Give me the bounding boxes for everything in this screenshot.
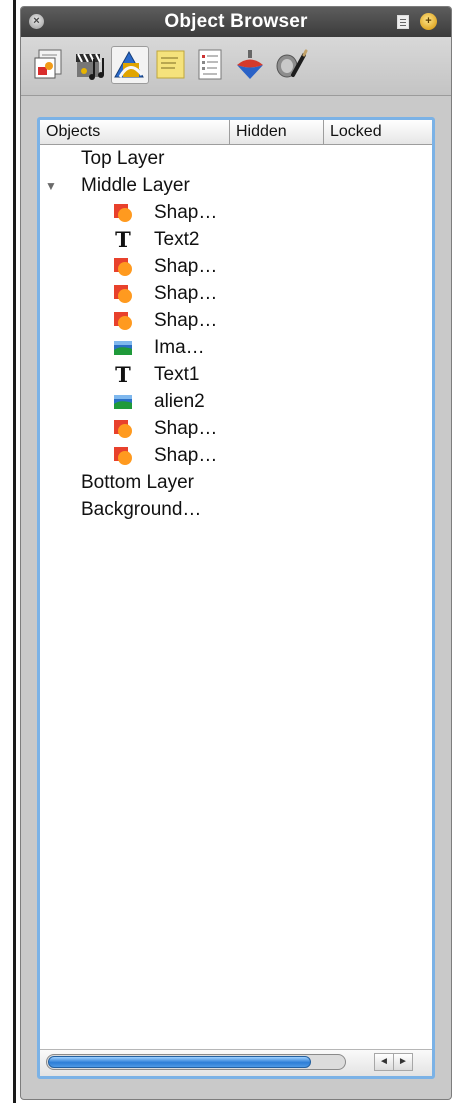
shape-icon — [114, 258, 132, 276]
layer-row[interactable]: Background… — [40, 496, 432, 523]
row-label: Shap… — [154, 445, 218, 466]
shape-icon — [114, 204, 132, 222]
shape-icon — [114, 447, 132, 465]
layer-row[interactable]: ▼ Middle Layer — [40, 172, 432, 199]
scroll-left-button[interactable]: ◄ — [374, 1053, 394, 1071]
row-label: Shap… — [154, 418, 218, 439]
row-label: alien2 — [154, 391, 205, 412]
objects-icon[interactable] — [111, 46, 149, 84]
column-header-objects[interactable]: Objects — [40, 120, 230, 144]
object-row[interactable]: T Text2 — [40, 226, 432, 253]
layer-row[interactable]: Top Layer — [40, 145, 432, 172]
row-label: Top Layer — [81, 148, 165, 169]
text-icon: T — [115, 227, 131, 252]
object-browser-window: × Object Browser + Objects Hidden Locked… — [20, 6, 452, 1100]
row-label: Shap… — [154, 256, 218, 277]
column-header-hidden[interactable]: Hidden — [230, 120, 324, 144]
row-label: Ima… — [154, 337, 205, 358]
object-row[interactable]: T Text1 — [40, 361, 432, 388]
layout-icon[interactable] — [31, 46, 69, 84]
row-label: Middle Layer — [81, 175, 190, 196]
shape-icon — [114, 285, 132, 303]
column-header-locked[interactable]: Locked — [324, 120, 432, 144]
scroll-track[interactable] — [46, 1054, 346, 1070]
shape-icon — [114, 312, 132, 330]
object-row[interactable]: alien2 — [40, 388, 432, 415]
row-label: Bottom Layer — [81, 472, 194, 493]
object-row[interactable]: Shap… — [40, 415, 432, 442]
row-label: Shap… — [154, 310, 218, 331]
object-row[interactable]: Shap… — [40, 442, 432, 469]
shape-icon — [114, 420, 132, 438]
media-icon[interactable] — [71, 46, 109, 84]
horizontal-scrollbar[interactable]: ◄ ► — [40, 1049, 432, 1076]
object-row[interactable]: Shap… — [40, 253, 432, 280]
scroll-right-button[interactable]: ► — [393, 1053, 413, 1071]
document-list-icon[interactable] — [191, 46, 229, 84]
sticky-note-icon[interactable] — [151, 46, 189, 84]
pin-button[interactable]: + — [420, 13, 437, 30]
image-icon — [114, 341, 132, 355]
toolbar — [21, 37, 451, 96]
objects-table: Objects Hidden Locked Top Layer ▼ Middle L… — [37, 117, 435, 1079]
object-row[interactable]: Shap… — [40, 199, 432, 226]
disclosure-triangle-icon[interactable]: ▼ — [45, 173, 57, 200]
layer-row[interactable]: Bottom Layer — [40, 469, 432, 496]
object-row[interactable]: Shap… — [40, 307, 432, 334]
table-header: Objects Hidden Locked — [40, 120, 432, 145]
paint-tools-icon[interactable] — [271, 46, 309, 84]
text-icon: T — [115, 362, 131, 387]
row-label: Background… — [81, 499, 202, 520]
object-row[interactable]: Shap… — [40, 280, 432, 307]
row-label: Text1 — [154, 364, 200, 385]
row-label: Shap… — [154, 283, 218, 304]
title-bar[interactable]: × Object Browser + — [21, 7, 451, 37]
window-edge — [0, 0, 18, 1103]
pin-icon: + — [425, 15, 432, 27]
image-icon — [114, 395, 132, 409]
row-label: Shap… — [154, 202, 218, 223]
document-button[interactable] — [397, 15, 409, 29]
window-title: Object Browser — [164, 11, 308, 32]
row-label: Text2 — [154, 229, 200, 250]
spinning-top-icon[interactable] — [231, 46, 269, 84]
scroll-thumb[interactable] — [48, 1056, 311, 1068]
object-row[interactable]: Ima… — [40, 334, 432, 361]
